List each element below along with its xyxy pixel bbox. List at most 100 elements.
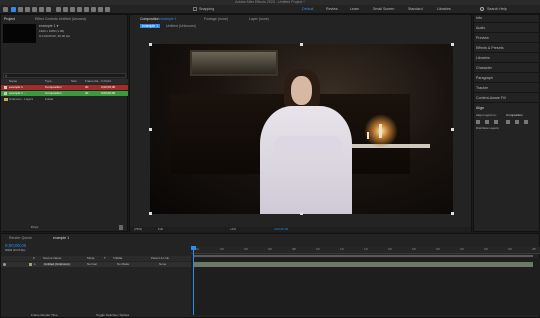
composition-icon xyxy=(4,86,7,89)
workspace-learn[interactable]: Learn xyxy=(350,7,359,12)
panel-libraries[interactable]: Libraries xyxy=(473,54,540,63)
row-inpoint: 0;00;00;00 xyxy=(101,85,116,89)
search-icon[interactable] xyxy=(480,7,484,11)
rotate-tool-icon[interactable] xyxy=(32,7,37,12)
align-top-icon[interactable] xyxy=(506,120,510,124)
panel-character[interactable]: Character xyxy=(473,64,540,73)
trash-icon[interactable] xyxy=(119,225,123,230)
layer-duration-bar[interactable] xyxy=(193,262,533,267)
table-row[interactable]: Unknown - Layers Folder xyxy=(1,97,128,102)
tab-footage[interactable]: Footage (none) xyxy=(204,17,228,21)
ruler-tick-label: 10f xyxy=(316,247,320,251)
home-icon[interactable] xyxy=(3,7,8,12)
col-size[interactable]: Size xyxy=(71,80,77,83)
layer-label-color[interactable] xyxy=(29,263,32,266)
zoom-dropdown[interactable]: (79%) xyxy=(134,228,142,231)
visibility-icon[interactable] xyxy=(3,263,6,266)
col-source-name[interactable]: Source Name xyxy=(43,257,61,260)
row-inpoint: 0;00;00;00 xyxy=(101,91,116,95)
align-hcenter-icon[interactable] xyxy=(485,120,489,124)
row-name: Unknown - Layers xyxy=(9,97,34,101)
brush-tool-icon[interactable] xyxy=(77,7,82,12)
transform-handle[interactable] xyxy=(149,212,152,215)
comp-duration: Δ 0;00;05;00, 30.00 fps xyxy=(39,34,70,38)
hand-tool-icon[interactable] xyxy=(18,7,23,12)
layer-parent-dropdown[interactable]: None xyxy=(159,263,166,266)
align-left-icon[interactable] xyxy=(476,120,480,124)
rectangle-tool-icon[interactable] xyxy=(56,7,61,12)
row-name: example 1 ... xyxy=(9,91,27,95)
align-right-icon[interactable] xyxy=(494,120,498,124)
work-area-bar[interactable] xyxy=(193,255,533,257)
breadcrumb-layer[interactable]: Untitled (Unknown) xyxy=(166,24,196,28)
eraser-tool-icon[interactable] xyxy=(91,7,96,12)
panel-audio[interactable]: Audio xyxy=(473,24,540,33)
transform-handle[interactable] xyxy=(300,43,303,46)
tab-render-queue[interactable]: Render Queue xyxy=(9,236,32,240)
selection-tool-icon[interactable] xyxy=(11,7,16,12)
tab-effect-controls[interactable]: Effect Controls Untitled (Unused) xyxy=(35,17,86,21)
panel-preview[interactable]: Preview xyxy=(473,34,540,43)
workspace-libraries[interactable]: Libraries xyxy=(437,7,451,12)
col-name[interactable]: Name xyxy=(9,80,17,83)
photo-candle-small xyxy=(367,132,369,139)
pan-behind-tool-icon[interactable] xyxy=(46,7,51,12)
zoom-tool-icon[interactable] xyxy=(25,7,30,12)
roto-brush-tool-icon[interactable] xyxy=(98,7,103,12)
tab-composition[interactable]: Composition example 1 xyxy=(140,17,177,21)
bpc-label[interactable]: 8 bpc xyxy=(31,226,38,229)
align-vcenter-icon[interactable] xyxy=(515,120,519,124)
layer-name[interactable]: Untitled (Unknown) xyxy=(43,263,71,266)
transform-handle[interactable] xyxy=(451,212,454,215)
layer-trkmat-dropdown[interactable]: No Matte xyxy=(117,263,129,266)
project-search-input[interactable]: ⚲ xyxy=(3,73,126,78)
workspace-standard[interactable]: Standard xyxy=(408,7,423,12)
puppet-tool-icon[interactable] xyxy=(105,7,110,12)
col-frame-rate[interactable]: Frame Ra... xyxy=(85,80,101,83)
transform-handle[interactable] xyxy=(300,212,303,215)
align-bottom-icon[interactable] xyxy=(524,120,528,124)
panel-content-aware-fill[interactable]: Content-Aware Fill xyxy=(473,94,540,103)
tab-project[interactable]: Project xyxy=(4,17,15,21)
panel-effects-presets[interactable]: Effects & Presets xyxy=(473,44,540,53)
transform-handle[interactable] xyxy=(451,43,454,46)
workspace-default[interactable]: Default xyxy=(302,7,313,12)
toggle-switches-modes[interactable]: Toggle Switches / Modes xyxy=(96,314,129,317)
photo-person-face xyxy=(291,76,312,105)
align-to-dropdown[interactable]: Composition xyxy=(506,114,523,117)
search-help-input[interactable]: Search Help xyxy=(487,7,507,12)
exposure-value[interactable]: +0.0 xyxy=(230,228,236,231)
playhead[interactable] xyxy=(193,247,194,315)
workspace-review[interactable]: Review xyxy=(326,7,338,12)
table-row[interactable]: example 1 ... Composition 30 0;00;00;00 xyxy=(1,91,128,96)
clone-tool-icon[interactable] xyxy=(84,7,89,12)
type-tool-icon[interactable] xyxy=(70,7,75,12)
table-row[interactable]: example 1 Composition 30 0;00;00;00 xyxy=(1,85,128,90)
composition-icon xyxy=(4,92,7,95)
transform-handle[interactable] xyxy=(149,43,152,46)
resolution-dropdown[interactable]: Full xyxy=(158,228,163,231)
ruler-tick-label: 14f xyxy=(364,247,368,251)
transform-handle[interactable] xyxy=(149,128,152,131)
col-in-point[interactable]: In Point xyxy=(101,80,111,83)
workspace-small-screen[interactable]: Small Screen xyxy=(373,7,394,12)
layer-row[interactable]: 1 Untitled (Unknown) Normal No Matte Non… xyxy=(1,262,191,267)
panel-tracker[interactable]: Tracker xyxy=(473,84,540,93)
breadcrumb-comp[interactable]: example 1 xyxy=(140,24,161,28)
panel-align[interactable]: Align xyxy=(473,104,540,113)
snapping-checkbox[interactable] xyxy=(193,7,197,11)
layer-mode-dropdown[interactable]: Normal xyxy=(87,263,97,266)
panel-paragraph[interactable]: Paragraph xyxy=(473,74,540,83)
toolbar: Snapping Default Review Learn Small Scre… xyxy=(0,5,540,14)
composition-canvas[interactable] xyxy=(150,44,453,214)
transform-handle[interactable] xyxy=(451,128,454,131)
timeline-timecode[interactable]: 0;00;00;00 xyxy=(5,243,26,249)
timeline-fps: 00000 (30.00 fps) xyxy=(5,249,26,252)
tab-timeline-comp[interactable]: example 1 xyxy=(53,236,69,240)
tab-layer[interactable]: Layer (none) xyxy=(249,17,269,21)
panel-info[interactable]: Info xyxy=(473,14,540,23)
pen-tool-icon[interactable] xyxy=(63,7,68,12)
viewer-timecode[interactable]: 0;00;00;00 xyxy=(274,228,288,231)
col-type[interactable]: Type xyxy=(45,80,52,83)
camera-tool-icon[interactable] xyxy=(39,7,44,12)
